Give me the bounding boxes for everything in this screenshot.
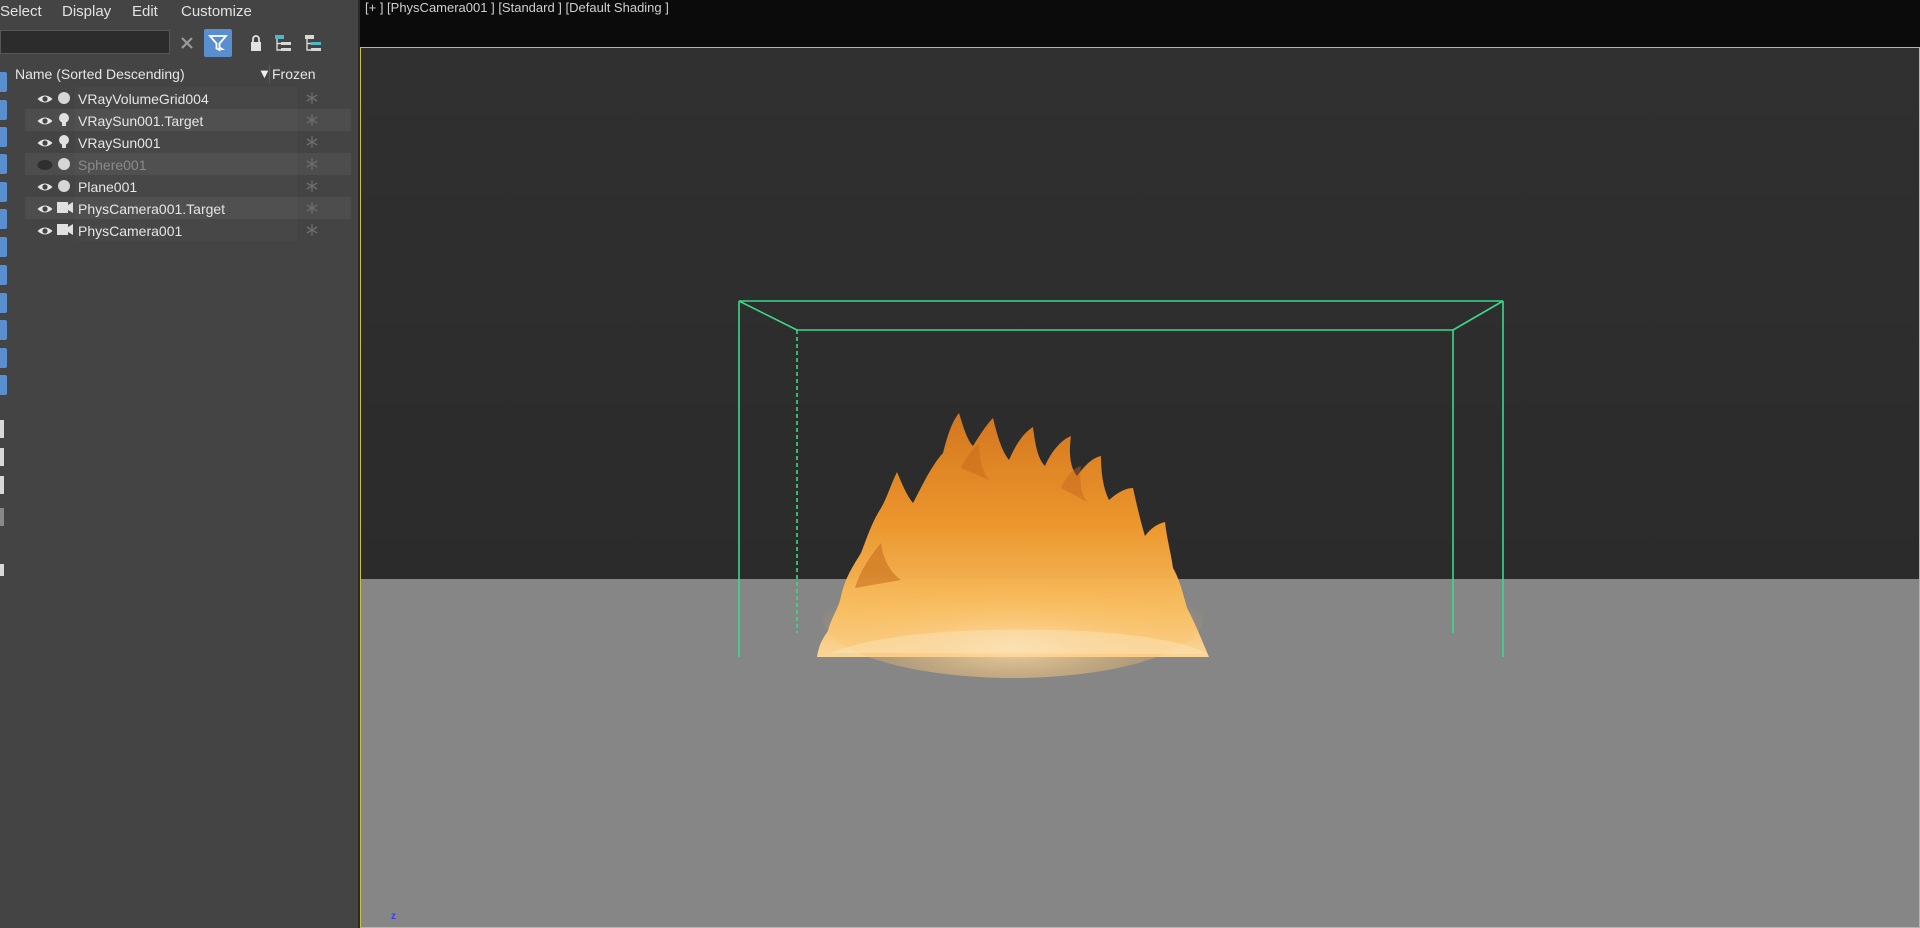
list-item-label: PhysCamera001 [78, 223, 183, 239]
list-item[interactable]: PhysCamera001 [25, 219, 351, 241]
frozen-cell [273, 87, 351, 109]
app-root: Select Display Edit Customize Name (Sort… [0, 0, 1920, 928]
side-button-17[interactable] [0, 564, 4, 576]
list-item-label: Sphere001 [78, 157, 147, 173]
eye-icon[interactable] [37, 136, 53, 148]
side-button-8[interactable] [0, 265, 7, 285]
viewport-label[interactable]: [+ ] [PhysCamera001 ] [Standard ] [Defau… [365, 0, 669, 15]
light-icon [56, 134, 74, 150]
axis-z-label: z [391, 911, 396, 922]
explorer-toolbar [0, 28, 358, 58]
eye-icon[interactable] [37, 114, 53, 126]
side-button-5[interactable] [0, 182, 7, 202]
menu-edit[interactable]: Edit [132, 3, 158, 20]
geometry-icon [56, 178, 74, 194]
menu-display[interactable]: Display [62, 3, 111, 20]
snowflake-icon[interactable] [305, 201, 319, 215]
frozen-cell [273, 153, 351, 175]
menu-select[interactable]: Select [0, 3, 42, 20]
list-item-label: PhysCamera001.Target [78, 201, 226, 217]
eye-icon[interactable] [37, 202, 53, 214]
hierarchy-icon[interactable] [270, 30, 296, 56]
list-item[interactable]: Sphere001 [25, 153, 351, 175]
search-input[interactable] [0, 30, 170, 54]
layer-hierarchy-icon[interactable] [300, 30, 326, 56]
list-item-label: VRayVolumeGrid004 [78, 91, 209, 107]
side-button-12[interactable] [0, 375, 7, 395]
snowflake-icon[interactable] [305, 113, 319, 127]
side-button-13[interactable] [0, 420, 4, 438]
side-button-7[interactable] [0, 237, 7, 257]
viewport-header: [+ ] [PhysCamera001 ] [Standard ] [Defau… [360, 0, 1920, 48]
eye-icon[interactable] [37, 92, 53, 104]
side-button-1[interactable] [0, 72, 7, 92]
side-button-10[interactable] [0, 320, 7, 340]
list-item[interactable]: VRaySun001.Target [25, 109, 351, 131]
side-button-6[interactable] [0, 209, 7, 229]
scene-explorer: Select Display Edit Customize Name (Sort… [0, 0, 358, 928]
frozen-cell [273, 219, 351, 241]
clear-icon[interactable] [174, 30, 200, 56]
camera-icon [56, 200, 74, 216]
snowflake-icon[interactable] [305, 91, 319, 105]
snowflake-icon[interactable] [305, 223, 319, 237]
sky-background [361, 48, 1919, 579]
lock-icon[interactable] [243, 30, 269, 56]
side-button-3[interactable] [0, 127, 7, 147]
explorer-side-toolbar [0, 62, 9, 582]
frozen-cell [273, 109, 351, 131]
camera-icon [56, 222, 74, 238]
snowflake-icon[interactable] [305, 157, 319, 171]
filter-icon[interactable] [204, 29, 232, 57]
list-item-label: VRaySun001.Target [78, 113, 204, 129]
geometry-icon [56, 156, 74, 172]
viewport-scene [361, 48, 1919, 927]
list-item-label: VRaySun001 [78, 135, 161, 151]
light-icon [56, 112, 74, 128]
frozen-cell [273, 197, 351, 219]
list-item[interactable]: PhysCamera001.Target [25, 197, 351, 219]
list-item[interactable]: Plane001 [25, 175, 351, 197]
eye-hidden-icon[interactable] [37, 158, 53, 170]
side-button-9[interactable] [0, 293, 7, 313]
menu-customize[interactable]: Customize [181, 3, 252, 20]
column-frozen-header[interactable]: Frozen [272, 66, 316, 82]
eye-icon[interactable] [37, 224, 53, 236]
side-button-16[interactable] [0, 508, 4, 526]
list-item[interactable]: VRaySun001 [25, 131, 351, 153]
snowflake-icon[interactable] [305, 179, 319, 193]
list-header: Name (Sorted Descending) ▼ Frozen [12, 63, 350, 85]
camera-viewport[interactable]: z [360, 47, 1920, 928]
frozen-cell [273, 175, 351, 197]
list-item-label: Plane001 [78, 179, 138, 195]
column-divider [269, 65, 270, 83]
side-button-4[interactable] [0, 154, 7, 174]
frozen-cell [273, 131, 351, 153]
eye-icon[interactable] [37, 180, 53, 192]
geometry-icon [56, 90, 74, 106]
side-button-2[interactable] [0, 100, 7, 120]
menu-bar: Select Display Edit Customize [0, 0, 358, 24]
side-button-15[interactable] [0, 476, 4, 494]
side-button-11[interactable] [0, 348, 7, 368]
side-button-14[interactable] [0, 448, 4, 466]
column-name-header[interactable]: Name (Sorted Descending) [15, 66, 185, 82]
snowflake-icon[interactable] [305, 135, 319, 149]
object-list: VRayVolumeGrid004 VRaySun001.Target VRaySu… [25, 87, 351, 241]
list-item[interactable]: VRayVolumeGrid004 [25, 87, 351, 109]
